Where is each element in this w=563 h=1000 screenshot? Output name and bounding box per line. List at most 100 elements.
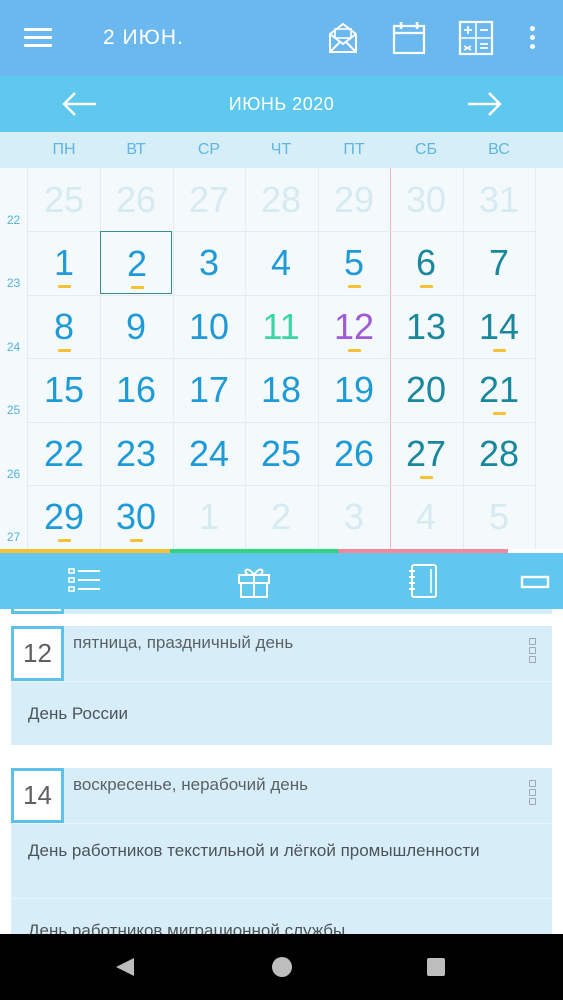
calendar-day-other-month[interactable]: 25 xyxy=(28,168,100,231)
calendar-day-number: 20 xyxy=(405,369,447,410)
event-marker xyxy=(58,349,71,352)
calendar-day-number: 2 xyxy=(126,243,148,284)
calendar-day[interactable]: 9 xyxy=(100,295,172,358)
calendar-day-number: 6 xyxy=(415,242,437,283)
calendar-day-number: 3 xyxy=(198,242,220,283)
calendar-day[interactable]: 12 xyxy=(318,295,390,358)
calendar-day-number: 24 xyxy=(188,433,230,474)
calendar-day[interactable]: 16 xyxy=(100,358,172,421)
more-options-icon[interactable] xyxy=(526,780,538,810)
event-item[interactable]: День работников текстильной и лёгкой про… xyxy=(11,823,552,898)
calendar-day-number: 28 xyxy=(478,433,520,474)
calendar-day-selected[interactable]: 2 xyxy=(100,231,172,294)
calendar-day-other-month[interactable]: 27 xyxy=(173,168,245,231)
more-options-icon[interactable] xyxy=(526,638,538,668)
calendar-day[interactable]: 19 xyxy=(318,358,390,421)
calendar-day-number: 17 xyxy=(188,369,230,410)
calendar-day-number: 10 xyxy=(188,306,230,347)
calendar-day[interactable]: 26 xyxy=(318,422,390,485)
overflow-menu-icon[interactable] xyxy=(526,26,538,52)
notebook-icon[interactable] xyxy=(406,563,442,599)
calendar-day[interactable]: 5 xyxy=(318,231,390,294)
week-number: 22 xyxy=(6,213,21,227)
calendar-day-other-month[interactable]: 2 xyxy=(245,485,317,548)
next-month-arrow-icon[interactable] xyxy=(464,90,504,118)
calendar-day-other-month[interactable]: 30 xyxy=(390,168,462,231)
menu-icon[interactable] xyxy=(24,28,52,48)
calendar-day[interactable]: 17 xyxy=(173,358,245,421)
gift-icon[interactable] xyxy=(236,563,272,599)
calendar-day[interactable]: 23 xyxy=(100,422,172,485)
calendar-day[interactable]: 22 xyxy=(28,422,100,485)
collapse-icon[interactable] xyxy=(520,563,550,599)
calendar-day-number: 7 xyxy=(488,242,510,283)
calendar-day[interactable]: 7 xyxy=(463,231,535,294)
home-icon[interactable] xyxy=(271,956,293,978)
weekday-label: ЧТ xyxy=(270,141,292,158)
calendar-day[interactable]: 6 xyxy=(390,231,462,294)
calendar-day-number: 19 xyxy=(333,369,375,410)
calendar-day-number: 21 xyxy=(478,369,520,410)
calendar-day[interactable]: 21 xyxy=(463,358,535,421)
calendar-day-other-month[interactable]: 29 xyxy=(318,168,390,231)
event-marker xyxy=(493,412,506,415)
calendar-day-other-month[interactable]: 28 xyxy=(245,168,317,231)
calendar-day-other-month[interactable]: 1 xyxy=(173,485,245,548)
calendar-day[interactable]: 3 xyxy=(173,231,245,294)
recents-icon[interactable] xyxy=(426,957,446,977)
month-grid: 22 23 24 25 26 27 25 26 27 28 29 30 31 1 2 3 4 5 6 7 8 9 10 11 1… xyxy=(0,168,563,549)
calendar-day[interactable]: 24 xyxy=(173,422,245,485)
event-marker xyxy=(348,285,361,288)
event-card-header: 12 пятница, праздничный день xyxy=(11,626,552,681)
calendar-day-number: 12 xyxy=(333,306,375,347)
list-icon[interactable] xyxy=(66,563,102,599)
calendar-day-other-month[interactable]: 5 xyxy=(463,485,535,548)
calendar-day[interactable]: 20 xyxy=(390,358,462,421)
calendar-day-number: 28 xyxy=(260,179,302,220)
calculator-icon[interactable] xyxy=(458,20,494,56)
calendar-day[interactable]: 4 xyxy=(245,231,317,294)
calendar-day-number: 2 xyxy=(270,496,292,537)
event-card[interactable]: 12 пятница, праздничный день День России xyxy=(11,626,552,745)
calendar-day[interactable]: 8 xyxy=(28,295,100,358)
event-day-caption: пятница, праздничный день xyxy=(73,633,294,652)
calendar-day-other-month[interactable]: 4 xyxy=(390,485,462,548)
weekday-label: ПТ xyxy=(343,141,365,158)
calendar-day-number: 15 xyxy=(43,369,85,410)
event-item[interactable]: День работников миграционной службы xyxy=(11,898,552,934)
calendar-day-other-month[interactable]: 26 xyxy=(100,168,172,231)
week-number: 23 xyxy=(6,276,21,290)
calendar-day-number: 5 xyxy=(488,496,510,537)
calendar-day-other-month[interactable]: 3 xyxy=(318,485,390,548)
calendar-day[interactable]: 13 xyxy=(390,295,462,358)
calendar-day-number: 1 xyxy=(198,496,220,537)
calendar-day-number: 25 xyxy=(260,433,302,474)
bottom-tab-bar xyxy=(0,553,563,609)
event-marker xyxy=(130,539,143,542)
calendar-day-number: 14 xyxy=(478,306,520,347)
calendar-day[interactable]: 14 xyxy=(463,295,535,358)
calendar-day-number: 26 xyxy=(115,179,157,220)
calendar-day-other-month[interactable]: 31 xyxy=(463,168,535,231)
mail-icon[interactable] xyxy=(325,20,361,56)
calendar-day[interactable]: 15 xyxy=(28,358,100,421)
calendar-day[interactable]: 30 xyxy=(100,485,172,548)
event-card[interactable]: 14 воскресенье, нерабочий день День рабо… xyxy=(11,768,552,934)
event-marker xyxy=(493,349,506,352)
calendar-day[interactable]: 28 xyxy=(463,422,535,485)
calendar-day[interactable]: 1 xyxy=(28,231,100,294)
event-item[interactable]: День России xyxy=(11,681,552,745)
calendar-day-number: 31 xyxy=(478,179,520,220)
calendar-day-number: 27 xyxy=(188,179,230,220)
calendar-day[interactable]: 25 xyxy=(245,422,317,485)
calendar-day-number: 4 xyxy=(415,496,437,537)
calendar-day[interactable]: 10 xyxy=(173,295,245,358)
calendar-day-number: 30 xyxy=(405,179,447,220)
back-icon[interactable] xyxy=(114,956,136,978)
week-number: 24 xyxy=(6,340,21,354)
calendar-day[interactable]: 27 xyxy=(390,422,462,485)
calendar-day[interactable]: 29 xyxy=(28,485,100,548)
calendar-day[interactable]: 18 xyxy=(245,358,317,421)
calendar-icon[interactable] xyxy=(391,20,427,56)
calendar-day[interactable]: 11 xyxy=(245,295,317,358)
